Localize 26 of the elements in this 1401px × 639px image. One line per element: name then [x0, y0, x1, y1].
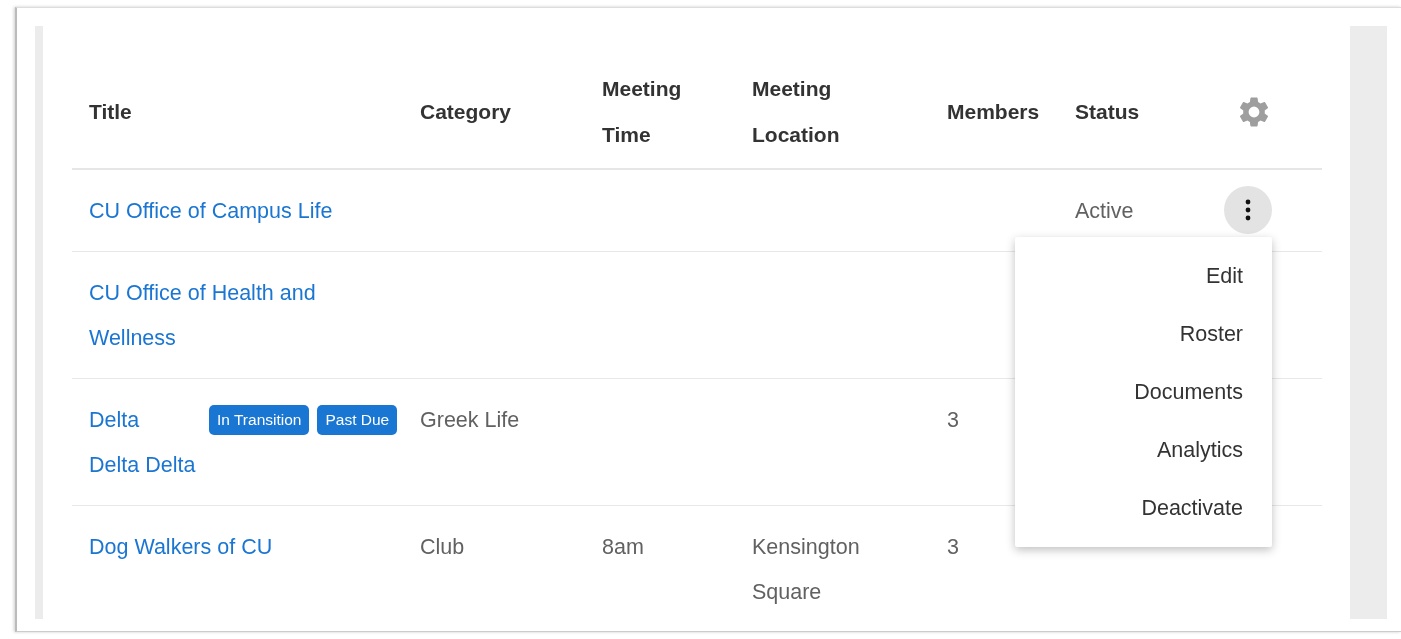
menu-item[interactable]: Analytics: [1015, 421, 1272, 479]
more-icon: [1245, 199, 1251, 221]
title-link[interactable]: CU Office of Campus Life: [89, 189, 333, 234]
title-link[interactable]: CU Office of Health and Wellness: [89, 271, 385, 361]
title-link[interactable]: Dog Walkers of CU: [89, 525, 273, 570]
column-header: Status: [1075, 99, 1140, 123]
column-header: Meeting Location: [752, 76, 840, 146]
status-badge: In Transition: [209, 405, 310, 435]
table-cell: 3: [947, 535, 959, 559]
column-header: Title: [89, 99, 132, 123]
column-header: Members: [947, 99, 1040, 123]
menu-item[interactable]: Edit: [1015, 247, 1272, 305]
column-header: Category: [420, 99, 512, 123]
status-badge: Past Due: [317, 405, 398, 435]
table-cell: Kensington Square: [752, 535, 860, 604]
title-link[interactable]: Delta Delta Delta: [89, 398, 201, 488]
menu-item[interactable]: Documents: [1015, 363, 1272, 421]
table-cell: Greek Life: [420, 408, 520, 432]
more-button[interactable]: [1224, 186, 1272, 234]
menu-item[interactable]: Deactivate: [1015, 479, 1272, 537]
table-cell: Club: [420, 535, 465, 559]
table-cell: 3: [947, 408, 959, 432]
column-header: Meeting Time: [602, 76, 682, 146]
table-cell: 8am: [602, 535, 644, 559]
table-cell: Active: [1075, 199, 1134, 223]
menu-item[interactable]: Roster: [1015, 305, 1272, 363]
